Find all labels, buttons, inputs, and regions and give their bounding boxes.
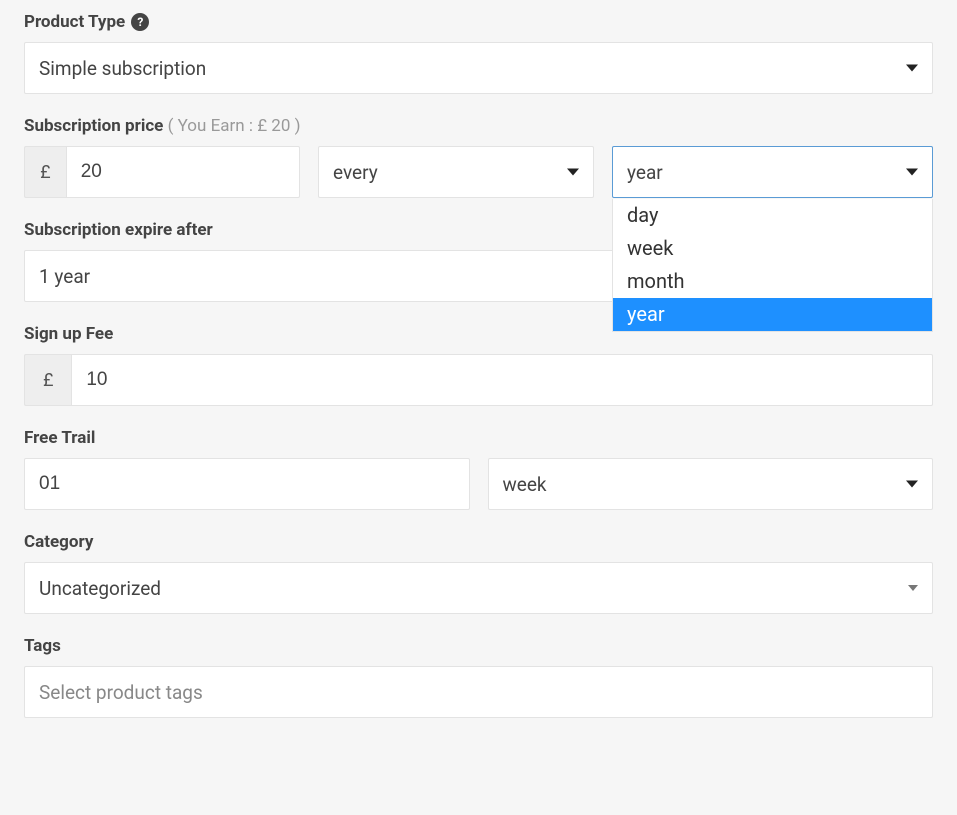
subscription-price-label: Subscription price ( You Earn : £ 20 ) <box>24 116 933 136</box>
tags-group: Tags Select product tags <box>24 636 933 718</box>
period-option-month[interactable]: month <box>613 265 932 298</box>
subscription-price-hint: ( You Earn : £ 20 ) <box>168 116 301 136</box>
category-value: Uncategorized <box>39 577 161 600</box>
product-type-group: Product Type ? Simple subscription <box>24 12 933 94</box>
period-option-year[interactable]: year <box>613 298 932 331</box>
chevron-down-icon <box>906 169 918 176</box>
product-type-label-text: Product Type <box>24 12 125 32</box>
product-type-label: Product Type ? <box>24 12 933 32</box>
signup-fee-group: Sign up Fee £ <box>24 324 933 406</box>
tags-input[interactable]: Select product tags <box>24 666 933 718</box>
product-type-select[interactable]: Simple subscription <box>24 42 933 94</box>
signup-fee-input[interactable] <box>71 354 933 406</box>
subscription-frequency-value: every <box>333 161 378 184</box>
subscription-period-value: year <box>627 161 663 184</box>
signup-fee-input-group: £ <box>24 354 933 406</box>
subscription-period-select[interactable]: year <box>612 146 933 198</box>
product-type-select-value: Simple subscription <box>39 57 206 80</box>
category-group: Category Uncategorized <box>24 532 933 614</box>
subscription-price-input[interactable] <box>66 146 300 198</box>
free-trail-unit-select[interactable]: week <box>488 458 934 510</box>
currency-addon: £ <box>24 146 66 198</box>
help-icon[interactable]: ? <box>131 13 149 31</box>
free-trail-count-input[interactable] <box>24 458 470 510</box>
subscription-frequency-select[interactable]: every <box>318 146 594 198</box>
free-trail-unit-value: week <box>503 473 547 496</box>
chevron-down-icon <box>906 481 918 488</box>
currency-addon: £ <box>24 354 71 406</box>
subscription-price-group: Subscription price ( You Earn : £ 20 ) £… <box>24 116 933 198</box>
category-label: Category <box>24 532 933 552</box>
period-option-day[interactable]: day <box>613 199 932 232</box>
category-select[interactable]: Uncategorized <box>24 562 933 614</box>
chevron-down-icon <box>908 585 918 591</box>
chevron-down-icon <box>906 65 918 72</box>
subscription-price-input-group: £ <box>24 146 300 198</box>
free-trail-label: Free Trail <box>24 428 933 448</box>
subscription-price-label-text: Subscription price <box>24 116 163 136</box>
free-trail-group: Free Trail week <box>24 428 933 510</box>
period-option-week[interactable]: week <box>613 232 932 265</box>
tags-placeholder: Select product tags <box>39 681 203 704</box>
chevron-down-icon <box>567 169 579 176</box>
tags-label: Tags <box>24 636 933 656</box>
expire-after-value: 1 year <box>39 265 90 288</box>
subscription-period-dropdown: day week month year <box>612 199 933 332</box>
